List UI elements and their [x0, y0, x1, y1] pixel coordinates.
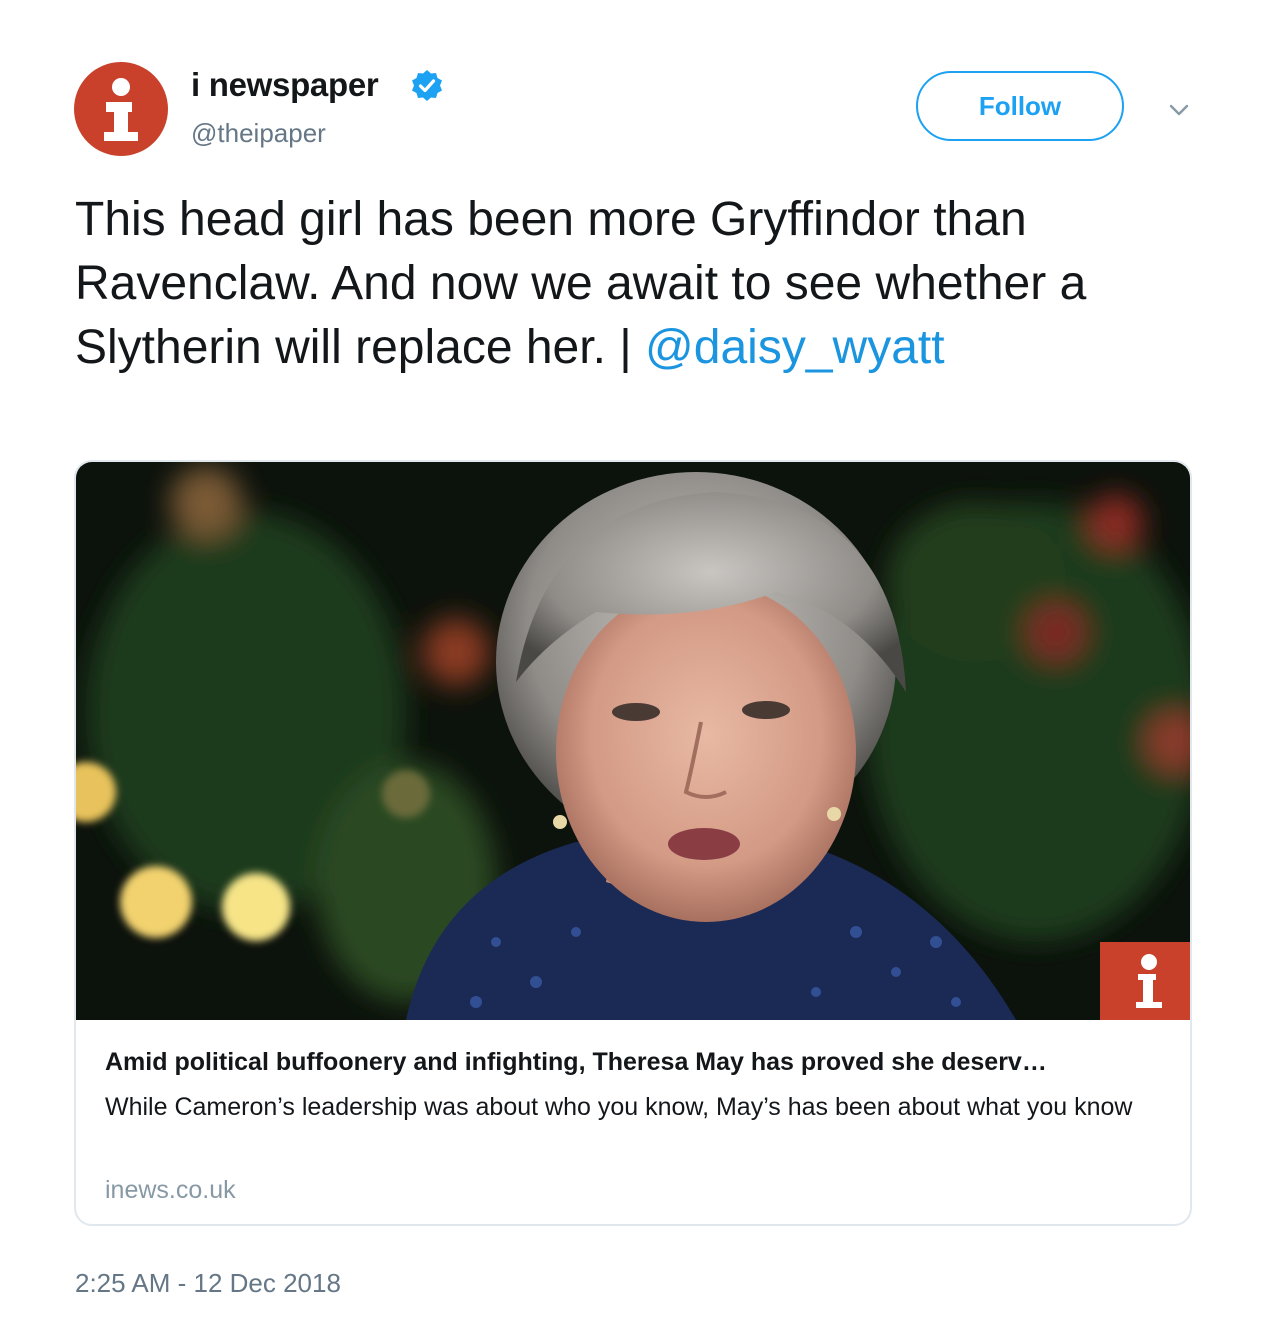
card-image	[76, 462, 1190, 1020]
chevron-down-icon[interactable]	[1166, 97, 1192, 123]
verified-badge-icon	[412, 70, 442, 101]
card-domain: inews.co.uk	[105, 1176, 236, 1204]
avatar[interactable]	[74, 62, 168, 156]
i-logo-icon	[112, 78, 130, 96]
display-name[interactable]: i newspaper	[191, 66, 379, 104]
i-logo-serif-bottom	[104, 132, 138, 141]
link-card[interactable]: Amid political buffoonery and infighting…	[74, 460, 1192, 1226]
mention-link[interactable]: @daisy_wyatt	[645, 321, 945, 374]
card-title[interactable]: Amid political buffoonery and infighting…	[105, 1048, 1165, 1077]
timestamp[interactable]: 2:25 AM - 12 Dec 2018	[75, 1268, 341, 1299]
tweet-text: This head girl has been more Gryffindor …	[75, 188, 1205, 380]
handle[interactable]: @theipaper	[191, 118, 326, 149]
follow-button[interactable]: Follow	[916, 71, 1124, 141]
card-description: While Cameron’s leadership was about who…	[105, 1093, 1133, 1121]
tweet-body: This head girl has been more Gryffindor …	[75, 193, 1100, 374]
